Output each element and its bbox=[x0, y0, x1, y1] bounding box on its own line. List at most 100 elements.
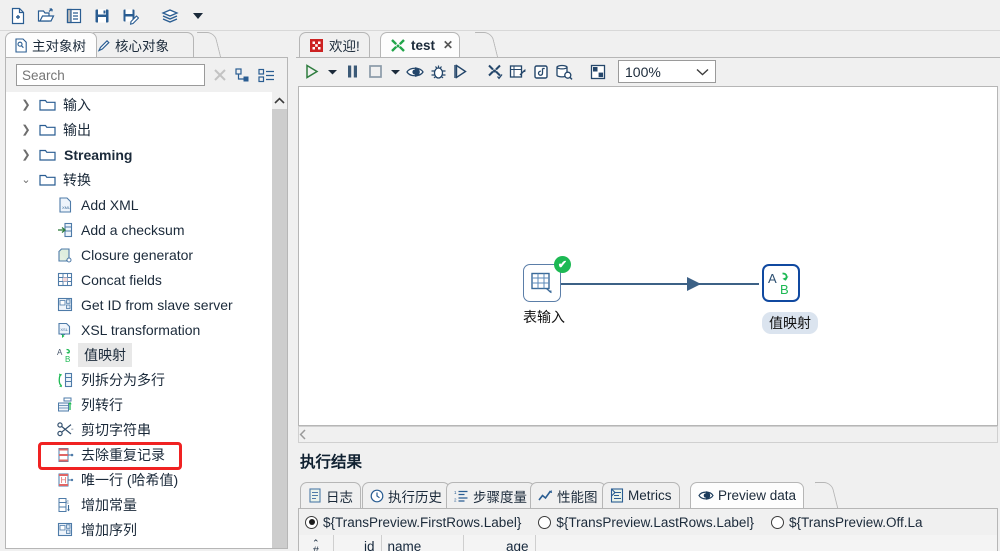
close-icon[interactable]: ✕ bbox=[443, 38, 453, 52]
tab-metrics[interactable]: Metrics bbox=[602, 482, 680, 508]
tab-step-metrics[interactable]: 12 步骤度量 bbox=[446, 482, 535, 508]
tab-test-transformation[interactable]: test ✕ bbox=[380, 32, 461, 57]
run-button[interactable] bbox=[301, 60, 323, 84]
svg-text:A: A bbox=[57, 348, 63, 357]
tab-execution-history[interactable]: 执行历史 bbox=[362, 482, 450, 508]
column-header-id[interactable]: id bbox=[333, 535, 382, 551]
tree-step-add-checksum[interactable]: Add a checksum bbox=[6, 217, 264, 242]
tab-performance-graph[interactable]: 性能图 bbox=[530, 482, 606, 508]
collapse-all-icon[interactable] bbox=[235, 67, 251, 83]
tree-item-label: Add a checksum bbox=[81, 221, 185, 238]
save-button[interactable] bbox=[89, 4, 115, 28]
tree-step-closure-generator[interactable]: Closure generator bbox=[6, 242, 264, 267]
radio-last-rows[interactable] bbox=[538, 515, 552, 529]
tree-folder-output[interactable]: ❯ 输出 bbox=[6, 117, 264, 142]
tab-core-objects[interactable]: 核心对象 bbox=[88, 32, 194, 57]
tree-step-cut-string[interactable]: 剪切字符串 bbox=[6, 417, 264, 442]
save-as-button[interactable] bbox=[117, 4, 143, 28]
tab-main-object-tree[interactable]: 主对象树 bbox=[5, 32, 97, 57]
canvas-horizontal-scrollbar[interactable] bbox=[298, 426, 998, 443]
chevron-down-icon[interactable]: ⌄ bbox=[18, 172, 34, 188]
tab-label: 性能图 bbox=[557, 489, 598, 505]
generate-sql-button[interactable] bbox=[530, 60, 552, 84]
arrange-button[interactable] bbox=[587, 60, 609, 84]
open-file-button[interactable] bbox=[33, 4, 59, 28]
chevron-right-icon[interactable]: ❯ bbox=[18, 147, 34, 163]
scroll-up-button[interactable] bbox=[272, 92, 287, 109]
tree-item-label: 输出 bbox=[63, 121, 91, 138]
radio-first-rows[interactable] bbox=[305, 515, 318, 529]
preview-data-body: ${TransPreview.FirstRows.Label} ${TransP… bbox=[298, 508, 998, 551]
svg-text:A: A bbox=[768, 271, 777, 286]
split-field-icon bbox=[56, 371, 74, 389]
analyse-impact-button[interactable] bbox=[507, 60, 529, 84]
tree-step-value-mapper[interactable]: AB 值映射 bbox=[6, 342, 264, 367]
column-header-age[interactable]: age bbox=[463, 535, 536, 551]
scissors-icon bbox=[56, 421, 74, 439]
tree-step-add-sequence[interactable]: 增加序列 bbox=[6, 517, 264, 542]
node-icon-box[interactable]: AB bbox=[762, 264, 800, 302]
tree-vertical-scrollbar[interactable] bbox=[272, 92, 287, 548]
tab-welcome[interactable]: 欢迎! bbox=[299, 32, 370, 57]
tree-item-label: XSL transformation bbox=[81, 321, 201, 338]
tree-item-label: Closure generator bbox=[81, 246, 194, 263]
tree-item-label: 列拆分为多行 bbox=[81, 371, 165, 388]
new-file-button[interactable] bbox=[5, 4, 31, 28]
xml-file-icon: XML bbox=[56, 196, 74, 214]
zoom-combo[interactable]: 100% bbox=[618, 60, 716, 83]
column-header-index[interactable]: ⌃ # bbox=[299, 535, 334, 551]
unique-hash-icon: H bbox=[56, 471, 74, 489]
verify-button[interactable] bbox=[484, 60, 506, 84]
replay-button[interactable] bbox=[450, 60, 472, 84]
tab-preview-data[interactable]: Preview data bbox=[690, 482, 805, 508]
perspective-button[interactable] bbox=[157, 4, 183, 28]
search-input[interactable] bbox=[16, 64, 205, 86]
canvas-node-value-mapper[interactable]: AB 值映射 bbox=[762, 264, 818, 334]
debug-button[interactable] bbox=[427, 60, 449, 84]
explorer-button[interactable] bbox=[61, 4, 87, 28]
tree-folder-input[interactable]: ❯ 输入 bbox=[6, 92, 264, 117]
tree-step-split-field-to-rows[interactable]: 列拆分为多行 bbox=[6, 367, 264, 392]
show-results-button[interactable] bbox=[553, 60, 575, 84]
tree-step-xsl-transformation[interactable]: XSL XSL transformation bbox=[6, 317, 264, 342]
tree-step-concat-fields[interactable]: Concat fields bbox=[6, 267, 264, 292]
perspective-dropdown[interactable] bbox=[185, 4, 211, 28]
expand-all-icon[interactable] bbox=[258, 68, 275, 83]
radio-off[interactable] bbox=[770, 515, 784, 529]
value-mapper-icon: AB bbox=[767, 270, 795, 296]
canvas-node-table-input[interactable]: ✔ 表输入 bbox=[523, 256, 571, 327]
tree-step-unique-hash[interactable]: H 唯一行 (哈希值) bbox=[6, 467, 264, 492]
chevron-right-icon[interactable]: ❯ bbox=[18, 122, 34, 138]
svg-text:XML: XML bbox=[62, 205, 71, 210]
tree-step-add-xml[interactable]: XML Add XML bbox=[6, 192, 264, 217]
tree-step-unique-rows[interactable]: 去除重复记录 bbox=[6, 442, 264, 467]
folder-icon bbox=[38, 96, 56, 114]
tree-scroll-area[interactable]: ❯ 输入 ❯ 输出 ❯ Streaming ⌄ 转换 XML Add XML A… bbox=[6, 92, 287, 548]
preview-button[interactable] bbox=[404, 60, 426, 84]
close-x-icon[interactable] bbox=[211, 63, 229, 87]
kettle-spoon-window: 主对象树 核心对象 Search ❯ 输入 ❯ 输出 ❯ Streaming ⌄… bbox=[0, 0, 1000, 551]
application-toolbar bbox=[0, 0, 1000, 31]
transformation-canvas[interactable]: ✔ 表输入 AB 值映射 bbox=[298, 86, 998, 426]
tree-item-label: 唯一行 (哈希值) bbox=[81, 471, 179, 488]
tab-log[interactable]: 日志 bbox=[300, 482, 361, 508]
chevron-left-icon[interactable] bbox=[299, 429, 316, 440]
tree-item-label: 去除重复记录 bbox=[81, 446, 165, 463]
tree-folder-streaming[interactable]: ❯ Streaming bbox=[6, 142, 264, 167]
stop-dropdown[interactable] bbox=[387, 60, 403, 84]
chevron-down-icon[interactable] bbox=[696, 68, 709, 76]
tree-step-get-id-from-slave[interactable]: Get ID from slave server bbox=[6, 292, 264, 317]
pause-button[interactable] bbox=[341, 60, 363, 84]
stop-button[interactable] bbox=[364, 60, 386, 84]
left-tabstrip: 主对象树 核心对象 bbox=[0, 32, 292, 57]
chevron-right-icon[interactable]: ❯ bbox=[18, 97, 34, 113]
radio-last-rows-label: ${TransPreview.LastRows.Label} bbox=[556, 514, 754, 530]
column-header-name[interactable]: name bbox=[381, 535, 464, 551]
tree-step-add-constants[interactable]: c 增加常量 bbox=[6, 492, 264, 517]
run-dropdown[interactable] bbox=[324, 60, 340, 84]
scroll-thumb[interactable] bbox=[272, 109, 287, 539]
metrics-icon bbox=[610, 488, 624, 503]
history-clock-icon bbox=[370, 489, 384, 503]
tree-folder-transform[interactable]: ⌄ 转换 bbox=[6, 167, 264, 192]
tree-step-row-normaliser[interactable]: 列转行 bbox=[6, 392, 264, 417]
